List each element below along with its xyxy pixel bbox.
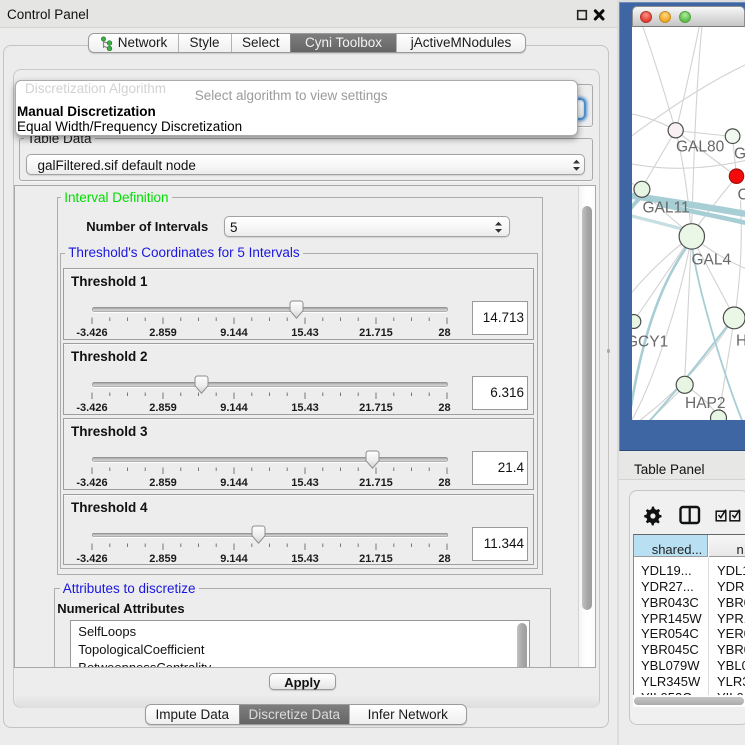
svg-text:H: H — [736, 332, 745, 349]
svg-text:GAL11: GAL11 — [642, 199, 689, 216]
svg-text:GA: GA — [734, 145, 745, 162]
svg-text:C: C — [737, 186, 745, 203]
svg-text:GAL4: GAL4 — [691, 251, 731, 268]
svg-text:GCY1: GCY1 — [632, 333, 668, 350]
svg-text:HAP2: HAP2 — [685, 395, 726, 412]
svg-text:GAL80: GAL80 — [676, 138, 725, 155]
